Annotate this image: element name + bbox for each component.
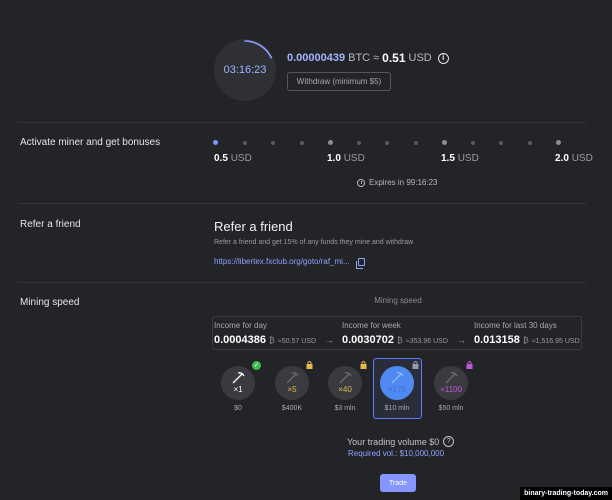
trade-button[interactable]: Trade [380,474,416,492]
level-dot[interactable] [271,141,275,145]
tier-multiplier: ×1100 [440,385,462,394]
income-day: Income for day 0.0004386 ₿ ≈50.57 USD [214,321,316,346]
lock-icon [412,361,419,369]
level-dot[interactable] [300,141,304,145]
level-dot[interactable] [385,141,389,145]
tier-price: $0 [234,405,242,412]
level-dot[interactable] [328,140,333,145]
level-dot[interactable] [556,140,561,145]
tier-price: $3 mln [334,405,356,412]
approx-sign: ≈ [373,52,380,64]
level-label: 1.0 USD [327,153,365,164]
timer-value: 03:16:23 [223,64,267,76]
activate-section-label: Activate miner and get bonuses [20,137,161,148]
income-btc: 0.0004386 [214,334,266,346]
balance-line: 0.00000439 BTC ≈ 0.51 USD i [287,51,449,65]
arrow-icon: → [325,335,334,345]
watermark: binary-trading-today.com [520,487,612,500]
income-btc: 0.0030702 [342,334,394,346]
tier-multiplier: ×5 [287,385,297,394]
income-month: Income for last 30 days 0.013158 ₿ ≈1,516… [474,321,580,346]
pickaxe-icon [391,372,404,384]
lock-icon [466,361,473,369]
check-icon: ✓ [252,361,261,370]
btc-balance: 0.00000439 [287,52,346,64]
tier-multiplier: ×40 [338,385,352,394]
income-label: Income for week [342,321,401,330]
income-btc: 0.013158 [474,334,520,346]
copy-icon[interactable] [355,257,365,269]
tier-button[interactable]: ×40 [328,366,362,400]
income-usd: ≈353.96 USD [405,338,448,345]
income-label: Income for day [214,321,267,330]
income-week: Income for week 0.0030702 ₿ ≈353.96 USD [342,321,448,346]
btc-unit: BTC [348,52,371,64]
btc-symbol: ₿ [269,336,275,345]
mining-timer: 03:16:23 [214,39,276,101]
level-dot[interactable] [357,141,361,145]
section-divider [18,122,586,123]
level-dot[interactable] [528,141,532,145]
expires-text: Expires in 99:16:23 [369,178,438,187]
tier-multiplier: ×1 [233,385,243,394]
section-divider [18,282,586,283]
lock-icon [306,361,313,369]
tier-multiplier: ×170 [387,385,407,394]
pickaxe-icon [232,372,245,384]
withdraw-button[interactable]: Withdraw (minimum $5) [287,72,391,91]
mining-section-label: Mining speed [20,297,80,308]
level-label: 2.0 USD [555,153,593,164]
refer-description: Refer a friend and get 15% of any funds … [214,239,414,246]
usd-unit: USD [408,52,432,64]
level-dot[interactable] [499,141,503,145]
pickaxe-icon [339,372,352,384]
income-usd: ≈1,516.95 USD [531,338,580,345]
level-label: 0.5 USD [214,153,252,164]
info-icon[interactable]: i [437,52,449,64]
tier-price: $400K [281,405,303,412]
trading-volume-line: Your trading volume $0 ? [347,436,455,447]
level-dot[interactable] [243,141,247,145]
tier-button[interactable]: ×5 [275,366,309,400]
tier-price: $10 mln [384,405,410,412]
clock-icon [357,178,365,187]
tier-button[interactable]: ×1100 [434,366,468,400]
tier-button[interactable]: ×1 [221,366,255,400]
level-dot[interactable] [414,141,418,145]
referral-link[interactable]: https://libertex.fxclub.org/goto/raf_mi.… [214,257,350,266]
question-icon[interactable]: ? [443,436,455,447]
level-label: 1.5 USD [441,153,479,164]
level-dot[interactable] [471,141,475,145]
mining-speed-heading: Mining speed [374,296,422,305]
tier-button-selected[interactable]: ×170 [380,366,414,400]
btc-symbol: ₿ [522,336,529,345]
refer-section-label: Refer a friend [20,219,81,230]
pickaxe-icon [286,372,299,384]
pickaxe-icon [445,372,458,384]
section-divider [18,203,586,204]
lock-icon [360,361,367,369]
level-dot[interactable] [442,140,447,145]
required-volume: Required vol.: $10,000,000 [348,449,445,458]
tier-price: $50 mln [438,405,464,412]
expires-line: Expires in 99:16:23 [357,178,438,187]
trading-volume-text: Your trading volume $0 [347,436,440,447]
income-label: Income for last 30 days [474,321,557,330]
refer-title: Refer a friend [214,219,293,234]
arrow-icon: → [457,335,466,345]
income-usd: ≈50.57 USD [277,338,317,345]
usd-balance: 0.51 [382,51,406,65]
btc-symbol: ₿ [397,336,403,345]
level-dot-active[interactable] [213,140,218,145]
referral-link-row: https://libertex.fxclub.org/goto/raf_mi.… [214,257,365,269]
